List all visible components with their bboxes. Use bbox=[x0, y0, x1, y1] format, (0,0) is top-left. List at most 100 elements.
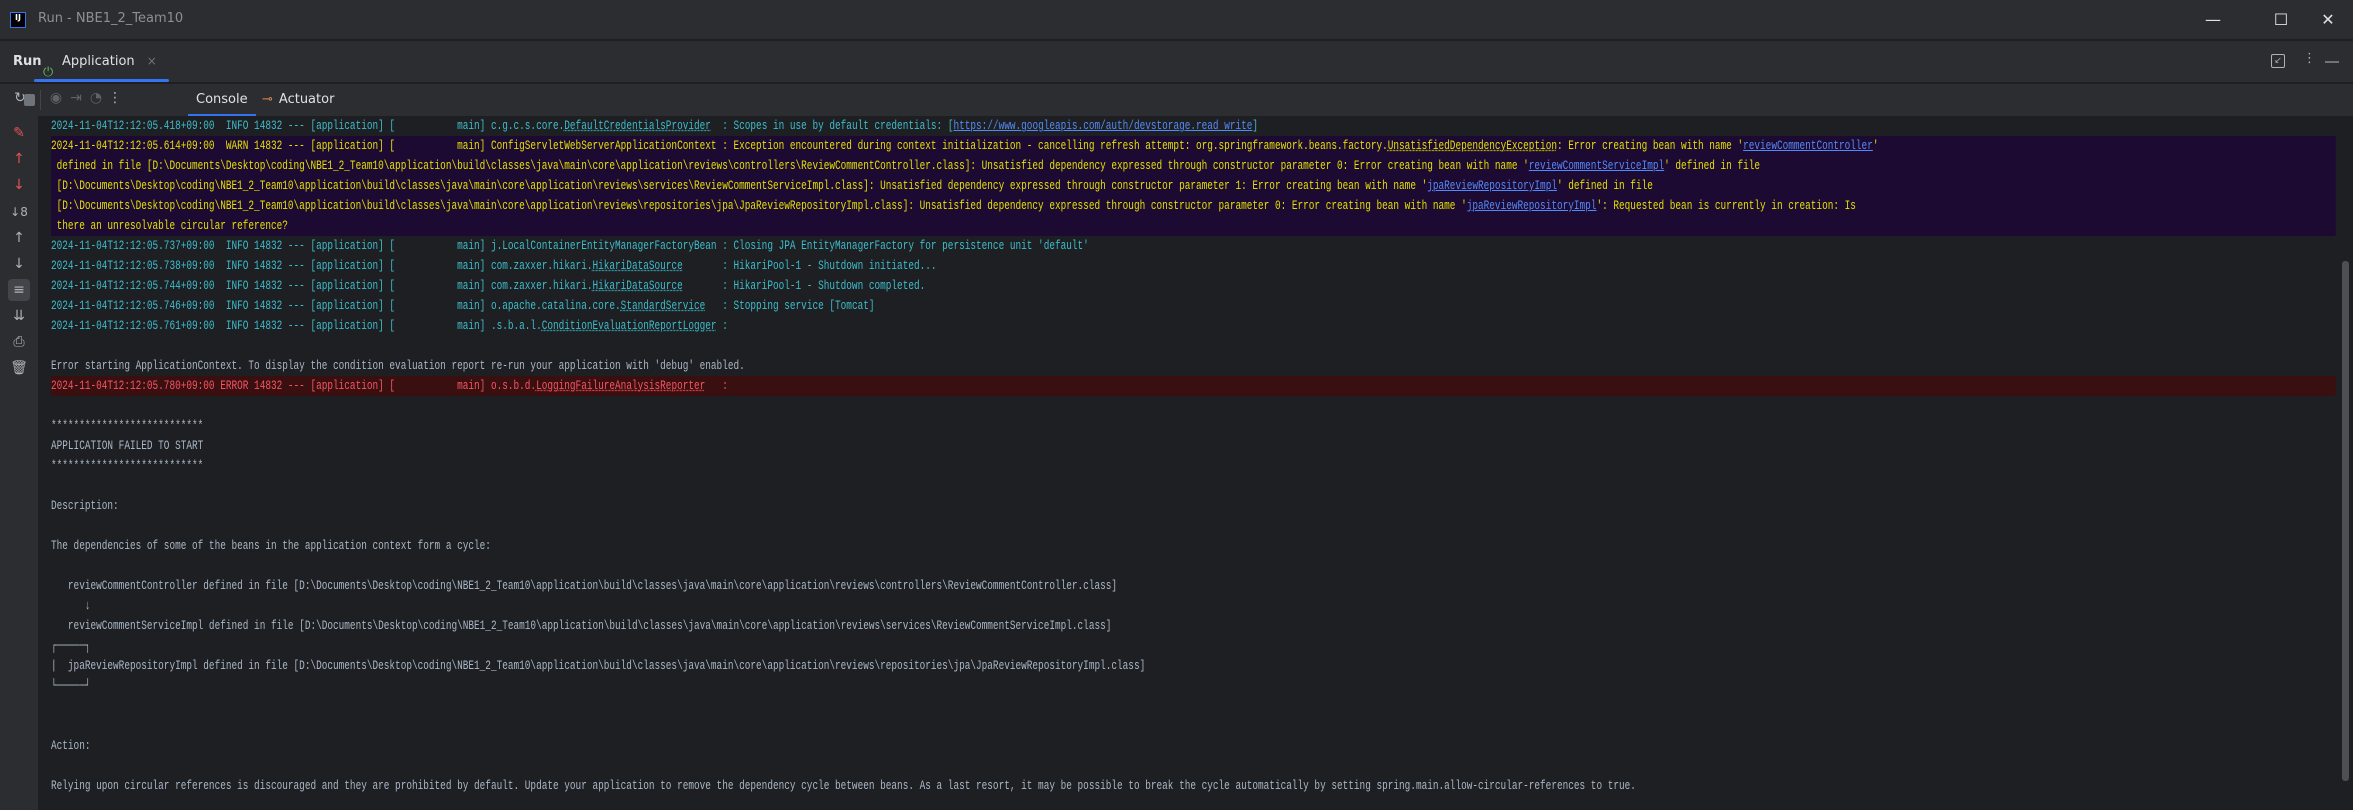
log-text: 2024-11-04T12:12:05.761+09:00 INFO 14832… bbox=[51, 318, 542, 333]
run-tool-window-header: Run ⏻ Application × ↙ ⋮ bbox=[0, 41, 2353, 83]
log-text: 2024-11-04T12:12:05.744+09:00 INFO 14832… bbox=[51, 278, 593, 293]
console-line: 2024-11-04T12:12:05.418+09:00 INFO 14832… bbox=[51, 116, 2336, 136]
log-text: [D:\Documents\Desktop\coding\NBE1_2_Team… bbox=[51, 178, 1428, 193]
restore-icon[interactable]: ↙ bbox=[2271, 54, 2285, 68]
up-arrow-icon[interactable]: ↑ bbox=[8, 227, 30, 249]
console-output[interactable]: 2024-11-04T12:12:05.418+09:00 INFO 14832… bbox=[39, 116, 2339, 810]
console-line: | jpaReviewRepositoryImpl defined in fil… bbox=[51, 656, 2336, 676]
console-line: [D:\Documents\Desktop\coding\NBE1_2_Team… bbox=[51, 176, 2336, 196]
console-line: Relying upon circular references is disc… bbox=[51, 776, 2336, 796]
console-line bbox=[51, 336, 2336, 356]
console-line bbox=[51, 696, 2336, 716]
close-icon[interactable]: ✕ bbox=[2313, 8, 2343, 32]
log-text: *************************** bbox=[51, 458, 204, 473]
log-text: 2024-11-04T12:12:05.614+09:00 WARN 14832… bbox=[51, 138, 1388, 153]
title-bar: IJ Run - NBE1_2_Team10 — ☐ ✕ bbox=[0, 0, 2353, 40]
console-line: 2024-11-04T12:12:05.614+09:00 WARN 14832… bbox=[51, 136, 2336, 156]
log-text: defined in file [D:\Documents\Desktop\co… bbox=[51, 158, 1529, 173]
log-text: *************************** bbox=[51, 418, 204, 433]
scroll-to-end-icon[interactable]: ⇊ bbox=[8, 305, 30, 327]
log-text: : Scopes in use by default credentials: … bbox=[710, 118, 954, 133]
console-line: reviewCommentController defined in file … bbox=[51, 576, 2336, 596]
more-options-icon[interactable]: ⋮ bbox=[105, 90, 125, 106]
log-text: ] bbox=[1252, 118, 1259, 133]
console-toolbar: ↻ ◉ ⇥ ◔ ⋮ Console ⊸ Actuator bbox=[0, 84, 2353, 116]
log-text: Description: bbox=[51, 498, 119, 513]
class-reference-link[interactable]: HikariDataSource bbox=[592, 258, 682, 273]
hyperlink[interactable]: jpaReviewRepositoryImpl bbox=[1427, 178, 1557, 193]
class-reference-link[interactable]: DefaultCredentialsProvider bbox=[564, 118, 711, 133]
log-text: | jpaReviewRepositoryImpl defined in fil… bbox=[51, 658, 1146, 673]
profiler-gauge-icon[interactable]: ◔ bbox=[86, 90, 106, 106]
class-reference-link[interactable]: ConditionEvaluationReportLogger bbox=[542, 318, 717, 333]
log-text: ┌─────┐ bbox=[51, 638, 91, 653]
more-icon[interactable]: ⋮ bbox=[2303, 51, 2316, 66]
log-text: [D:\Documents\Desktop\coding\NBE1_2_Team… bbox=[51, 198, 1467, 213]
tab-application-label: Application bbox=[62, 54, 135, 69]
console-line: 2024-11-04T12:12:05.744+09:00 INFO 14832… bbox=[51, 276, 2336, 296]
run-label: Run bbox=[13, 54, 42, 69]
minimize-icon[interactable]: — bbox=[2198, 8, 2228, 32]
vertical-scrollbar[interactable] bbox=[2339, 116, 2353, 810]
log-text: Relying upon circular references is disc… bbox=[51, 778, 1636, 793]
console-line: Description: bbox=[51, 496, 2336, 516]
intellij-logo-icon: IJ bbox=[10, 12, 26, 28]
console-line: APPLICATION FAILED TO START bbox=[51, 436, 2336, 456]
soft-wrap-icon[interactable]: ≡ bbox=[8, 279, 30, 301]
class-reference-link[interactable]: LoggingFailureAnalysisReporter bbox=[536, 378, 705, 393]
console-line: 2024-11-04T12:12:05.780+09:00 ERROR 1483… bbox=[51, 376, 2336, 396]
console-line: [D:\Documents\Desktop\coding\NBE1_2_Team… bbox=[51, 196, 2336, 216]
log-text: APPLICATION FAILED TO START bbox=[51, 438, 204, 453]
console-line: 2024-11-04T12:12:05.746+09:00 INFO 14832… bbox=[51, 296, 2336, 316]
hyperlink[interactable]: https://www.googleapis.com/auth/devstora… bbox=[953, 118, 1252, 133]
console-line: *************************** bbox=[51, 456, 2336, 476]
console-line: reviewCommentServiceImpl defined in file… bbox=[51, 616, 2336, 636]
sort-icon[interactable]: ↓8 bbox=[8, 201, 30, 223]
camera-icon[interactable]: ◉ bbox=[46, 90, 66, 106]
class-reference-link[interactable]: HikariDataSource bbox=[592, 278, 682, 293]
hyperlink[interactable]: reviewCommentController bbox=[1743, 138, 1873, 153]
scrollbar-thumb[interactable] bbox=[2342, 261, 2349, 781]
import-icon[interactable]: ⇥ bbox=[66, 90, 86, 106]
tab-actuator[interactable]: ⊸ Actuator bbox=[262, 84, 334, 116]
console-line: 2024-11-04T12:12:05.737+09:00 INFO 14832… bbox=[51, 236, 2336, 256]
log-text: The dependencies of some of the beans in… bbox=[51, 538, 491, 553]
close-tab-icon[interactable]: × bbox=[147, 54, 157, 68]
console-line bbox=[51, 396, 2336, 416]
tab-application[interactable]: ⏻ Application × bbox=[34, 41, 169, 82]
log-text: ' defined in file bbox=[1556, 178, 1653, 193]
print-icon[interactable]: ⎙ bbox=[8, 331, 30, 353]
console-line: *************************** bbox=[51, 416, 2336, 436]
hyperlink[interactable]: reviewCommentServiceImpl bbox=[1529, 158, 1664, 173]
log-text: there an unresolvable circular reference… bbox=[51, 218, 288, 233]
tab-console[interactable]: Console bbox=[188, 84, 256, 116]
log-text: ↓ bbox=[51, 598, 91, 613]
console-line: ↓ bbox=[51, 596, 2336, 616]
console-line: 2024-11-04T12:12:05.761+09:00 INFO 14832… bbox=[51, 316, 2336, 336]
console-line: 2024-11-04T12:12:05.738+09:00 INFO 14832… bbox=[51, 256, 2336, 276]
clear-brush-icon[interactable]: ✎ bbox=[8, 122, 30, 144]
hide-icon[interactable] bbox=[2325, 61, 2339, 63]
previous-occurrence-icon[interactable]: ↑ bbox=[8, 148, 30, 170]
log-text: reviewCommentController defined in file … bbox=[51, 578, 1118, 593]
stop-icon[interactable] bbox=[24, 94, 35, 106]
tab-console-label: Console bbox=[196, 92, 248, 107]
log-text: : Stopping service [Tomcat] bbox=[705, 298, 875, 313]
next-occurrence-icon[interactable]: ↓ bbox=[8, 174, 30, 196]
class-reference-link[interactable]: StandardService bbox=[621, 298, 706, 313]
hyperlink[interactable]: jpaReviewRepositoryImpl bbox=[1467, 198, 1597, 213]
window-title: Run - NBE1_2_Team10 bbox=[38, 11, 184, 26]
console-side-toolbar: ✎ ↑ ↓ ↓8 ↑ ↓ ≡ ⇊ ⎙ 🗑 bbox=[0, 116, 39, 810]
console-line: there an unresolvable circular reference… bbox=[51, 216, 2336, 236]
console-line: Action: bbox=[51, 736, 2336, 756]
console-line: └─────┘ bbox=[51, 676, 2336, 696]
class-reference-link[interactable]: UnsatisfiedDependencyException bbox=[1388, 138, 1557, 153]
trash-icon[interactable]: 🗑 bbox=[8, 357, 30, 379]
down-arrow-icon[interactable]: ↓ bbox=[8, 253, 30, 275]
maximize-icon[interactable]: ☐ bbox=[2266, 8, 2296, 32]
